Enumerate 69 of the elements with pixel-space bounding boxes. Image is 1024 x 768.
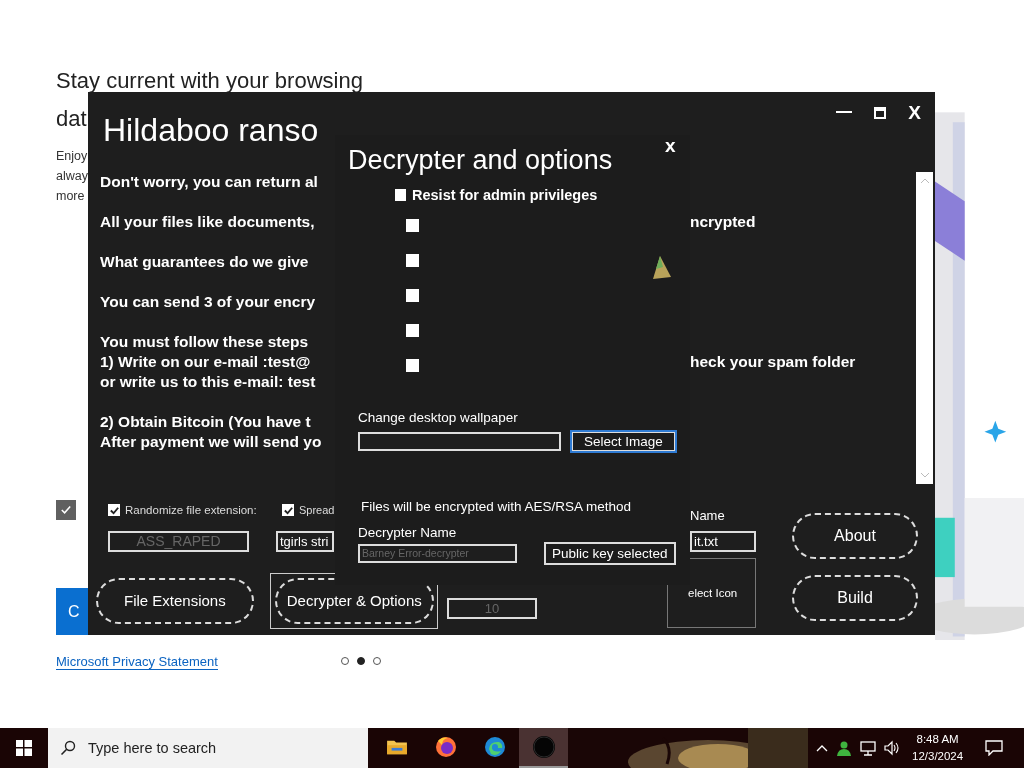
spread-field[interactable]: tgirls stri [276, 531, 334, 552]
message-text: heck your spam folder [690, 353, 856, 371]
page-heading: Stay current with your browsing [56, 67, 363, 95]
cone-icon [652, 255, 672, 281]
check-icon [59, 503, 73, 517]
carousel-dot[interactable] [373, 657, 381, 665]
carousel-dot[interactable] [357, 657, 365, 665]
select-image-button[interactable]: Select Image [570, 430, 677, 453]
message-text: ncrypted [690, 213, 756, 231]
close-button[interactable]: x [665, 135, 676, 157]
close-button[interactable]: X [908, 102, 921, 124]
checkbox[interactable] [282, 504, 294, 516]
body-text: alway [56, 168, 88, 185]
app-button[interactable] [519, 728, 568, 768]
continue-button[interactable]: C [56, 588, 88, 635]
wallpaper-field[interactable] [358, 432, 561, 451]
swirl-icon [482, 735, 507, 759]
checkbox[interactable] [406, 359, 419, 372]
option-label: Spread [299, 504, 335, 516]
message-text: or write us to this e-mail: test [100, 373, 317, 391]
name-field[interactable]: it.txt [690, 531, 756, 552]
checkbox[interactable] [108, 504, 120, 516]
person-icon[interactable] [836, 740, 852, 756]
globe-icon [433, 735, 458, 759]
page-heading: dat [56, 105, 87, 133]
message-text: Don't worry, you can return al [100, 173, 319, 191]
network-icon[interactable] [860, 740, 876, 756]
clock-time[interactable]: 8:48 AM [916, 731, 959, 748]
clock-date[interactable]: 12/3/2024 [912, 748, 964, 765]
option-label: Resist for admin privileges [412, 187, 598, 203]
checkbox[interactable] [395, 189, 406, 201]
folder-icon [385, 738, 408, 756]
action-button[interactable]: About [792, 513, 918, 559]
body-text: Enjoy [56, 148, 88, 165]
notification-icon[interactable] [985, 740, 1004, 756]
checkbox[interactable] [406, 289, 419, 302]
public-key-button[interactable]: Public key selected [544, 542, 676, 565]
message-text: What guarantees do we give [100, 253, 310, 271]
caret-icon[interactable] [816, 744, 828, 752]
search-field[interactable]: Type here to search [48, 728, 368, 768]
field-label: Name [690, 508, 725, 523]
encryption-note: Files will be encrypted with AES/RSA method [361, 499, 632, 514]
field-label: Decrypter Name [358, 525, 458, 540]
windows-icon[interactable] [16, 740, 32, 756]
message-text: You can send 3 of your encry [100, 293, 317, 311]
message-text: All your files like documents, [100, 213, 316, 231]
message-text: You must follow these steps [100, 333, 310, 351]
dialog-title: Decrypter and options [348, 145, 613, 176]
checkbox[interactable] [56, 500, 76, 520]
carousel-dot[interactable] [341, 657, 349, 665]
body-text: more [56, 188, 86, 205]
privacy-link[interactable]: Microsoft Privacy Statement [56, 654, 218, 670]
disc-icon [531, 735, 556, 759]
minimize-icon[interactable] [836, 111, 853, 115]
message-text: After payment we will send yo [100, 433, 323, 451]
message-text: 1) Write on our e-mail :test@ [100, 353, 312, 371]
message-text: 2) Obtain Bitcoin (You have t [100, 413, 312, 431]
checkbox[interactable] [406, 324, 419, 337]
volume-icon[interactable] [884, 740, 900, 756]
option-label: Randomize file extension: [125, 504, 257, 516]
check-icon [108, 504, 120, 516]
checkbox[interactable] [406, 219, 419, 232]
search-icon [60, 740, 76, 756]
checkbox[interactable] [406, 254, 419, 267]
field-label: Change desktop wallpaper [358, 410, 519, 425]
action-button[interactable]: Build [792, 575, 918, 621]
maximize-icon[interactable] [874, 107, 887, 119]
window-title: Hildaboo ranso [103, 112, 319, 149]
check-icon [282, 504, 294, 516]
